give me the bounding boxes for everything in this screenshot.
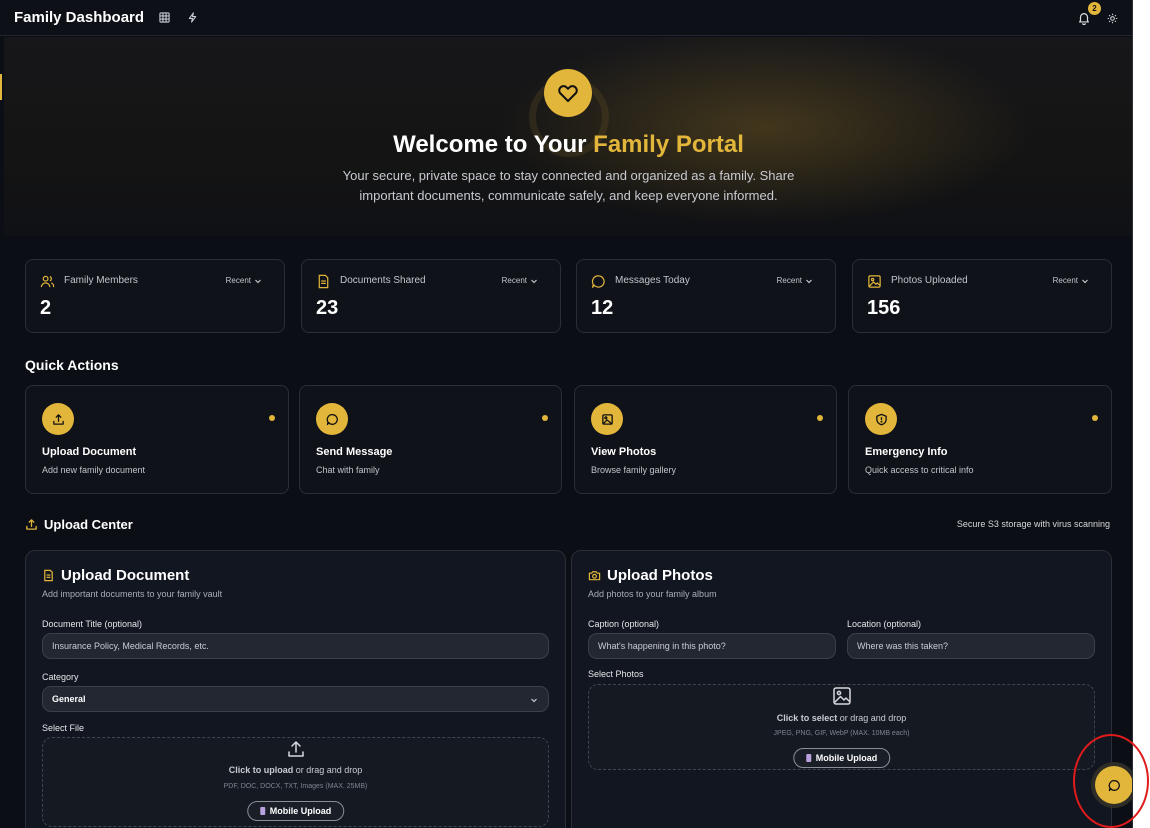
select-file-label: Select File <box>42 723 85 733</box>
stat-card-documents-shared: Documents Shared Recent 23 <box>301 259 561 333</box>
status-dot <box>269 415 275 421</box>
users-icon <box>40 274 56 290</box>
quick-action-title: View Photos <box>591 446 657 458</box>
dropzone-hint: JPEG, PNG, GIF, WebP (MAX. 10MB each) <box>773 730 910 737</box>
stat-filter-dropdown[interactable]: Recent <box>777 276 813 285</box>
quick-action-title: Send Message <box>316 446 393 458</box>
image-icon <box>832 686 852 706</box>
dropzone-text: Click to select or drag and drop <box>776 713 907 723</box>
heart-icon <box>544 69 592 117</box>
hero-subtitle: Your secure, private space to stay conne… <box>342 168 795 203</box>
bell-icon <box>1077 11 1091 25</box>
panel-subtitle: Add photos to your family album <box>588 589 717 599</box>
stat-value: 156 <box>867 297 901 319</box>
chevron-down-icon <box>1082 279 1088 283</box>
stat-card-family-members: Family Members Recent 2 <box>25 259 285 333</box>
phone-icon <box>805 754 811 762</box>
category-select[interactable]: General <box>42 686 549 712</box>
grid-icon[interactable] <box>156 10 172 26</box>
chevron-down-icon <box>531 698 537 703</box>
status-dot <box>817 415 823 421</box>
camera-icon <box>588 571 601 581</box>
caption-input[interactable]: What's happening in this photo? <box>588 633 836 659</box>
stat-filter-dropdown[interactable]: Recent <box>226 276 262 285</box>
chevron-down-icon <box>255 279 261 283</box>
shield-icon <box>865 403 897 435</box>
quick-action-emergency-info[interactable]: Emergency Info Quick access to critical … <box>848 385 1112 494</box>
stat-value: 2 <box>40 297 52 319</box>
quick-action-desc: Add new family document <box>42 465 146 475</box>
mobile-upload-button[interactable]: Mobile Upload <box>792 748 891 768</box>
gear-icon[interactable] <box>1105 11 1119 25</box>
quick-actions-title: Quick Actions <box>25 357 119 373</box>
quick-action-title: Upload Document <box>42 446 137 458</box>
sidebar-edge-indicator <box>0 74 2 100</box>
caption-label: Caption (optional) <box>588 619 660 629</box>
stat-card-messages-today: Messages Today Recent 12 <box>576 259 836 333</box>
stat-filter-dropdown[interactable]: Recent <box>1053 276 1089 285</box>
upload-center-note: Secure S3 storage with virus scanning <box>956 519 1110 529</box>
app-title: Family Dashboard <box>14 9 145 26</box>
dropzone-text: Click to upload or drag and drop <box>228 765 363 775</box>
stat-label: Family Members <box>64 275 138 286</box>
stat-label: Messages Today <box>615 275 690 286</box>
image-icon <box>591 403 623 435</box>
photos-dropzone[interactable]: Click to select or drag and drop JPEG, P… <box>588 684 1095 770</box>
mobile-upload-button[interactable]: Mobile Upload <box>246 801 345 821</box>
quick-action-send-message[interactable]: Send Message Chat with family <box>299 385 562 494</box>
document-title-label: Document Title (optional) <box>42 619 143 629</box>
panel-subtitle: Add important documents to your family v… <box>42 589 223 599</box>
panel-title: Upload Photos <box>607 567 713 584</box>
upload-document-panel: Upload Document Add important documents … <box>25 550 566 828</box>
document-dropzone[interactable]: Click to upload or drag and drop PDF, DO… <box>42 737 549 827</box>
notification-badge: 2 <box>1088 2 1101 15</box>
notifications-button[interactable]: 2 <box>1075 2 1101 27</box>
upload-center-header: Upload Center <box>25 517 133 532</box>
status-dot <box>1092 415 1098 421</box>
quick-action-view-photos[interactable]: View Photos Browse family gallery <box>574 385 837 494</box>
stat-label: Photos Uploaded <box>891 275 968 286</box>
stat-value: 23 <box>316 297 339 319</box>
upload-icon <box>26 519 37 530</box>
quick-action-desc: Chat with family <box>316 465 380 475</box>
quick-action-upload-document[interactable]: Upload Document Add new family document <box>25 385 289 494</box>
welcome-hero: Welcome to Your Family Portal Your secur… <box>4 37 1132 236</box>
message-icon <box>316 403 348 435</box>
quick-action-title: Emergency Info <box>865 446 948 458</box>
stat-value: 12 <box>591 297 614 319</box>
upload-center-title: Upload Center <box>44 517 133 532</box>
lightning-icon[interactable] <box>184 10 200 26</box>
chevron-down-icon <box>806 279 812 283</box>
chevron-down-icon <box>531 279 537 283</box>
location-input[interactable]: Where was this taken? <box>847 633 1095 659</box>
message-icon <box>591 274 607 290</box>
image-icon <box>867 274 883 290</box>
location-label: Location (optional) <box>847 619 922 629</box>
status-dot <box>542 415 548 421</box>
upload-icon <box>42 403 74 435</box>
annotation-highlight-circle <box>1073 734 1149 828</box>
document-icon <box>316 274 332 290</box>
document-title-input[interactable]: Insurance Policy, Medical Records, etc. <box>42 633 549 659</box>
stat-card-photos-uploaded: Photos Uploaded Recent 156 <box>852 259 1112 333</box>
upload-icon <box>286 739 306 759</box>
upload-photos-panel: Upload Photos Add photos to your family … <box>571 550 1112 828</box>
dropzone-hint: PDF, DOC, DOCX, TXT, Images (MAX. 25MB) <box>223 783 368 790</box>
stat-filter-dropdown[interactable]: Recent <box>502 276 538 285</box>
quick-action-desc: Quick access to critical info <box>865 465 974 475</box>
quick-action-desc: Browse family gallery <box>591 465 677 475</box>
top-bar: Family Dashboard 2 <box>0 0 1132 36</box>
phone-icon <box>259 807 265 815</box>
app-window: Family Dashboard 2 Welcome to Your Famil… <box>0 0 1133 828</box>
hero-title: Welcome to Your Family Portal <box>393 131 744 158</box>
select-photos-label: Select Photos <box>588 669 644 679</box>
panel-title: Upload Document <box>61 567 190 584</box>
stat-label: Documents Shared <box>340 275 426 286</box>
document-icon <box>44 569 53 582</box>
category-label: Category <box>42 672 79 682</box>
